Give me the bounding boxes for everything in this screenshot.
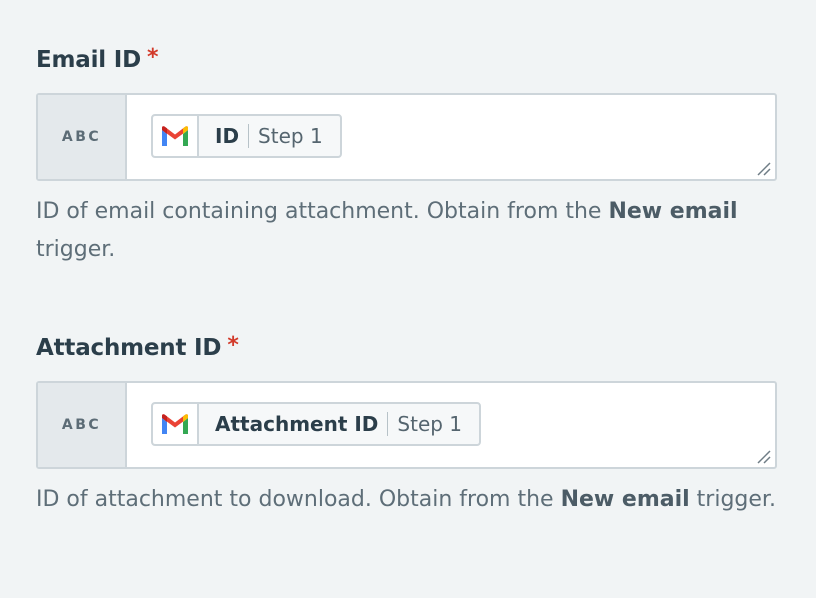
required-asterisk: * — [147, 44, 159, 70]
pill-text: ID Step 1 — [199, 116, 340, 156]
gmail-icon — [153, 404, 199, 444]
resize-handle-icon[interactable] — [755, 160, 771, 176]
mapped-field-pill[interactable]: Attachment ID Step 1 — [151, 402, 482, 446]
help-suffix: trigger. — [689, 487, 776, 512]
pill-field-name: Attachment ID — [215, 412, 379, 436]
email-id-field-group: Email ID * ABC ID Step 1 ID of email con… — [36, 40, 777, 269]
email-id-label-text: Email ID — [36, 47, 142, 73]
email-id-input[interactable]: ABC ID Step 1 — [36, 93, 777, 181]
help-suffix: trigger. — [36, 237, 116, 262]
attachment-id-input-content[interactable]: Attachment ID Step 1 — [127, 383, 775, 467]
pill-text: Attachment ID Step 1 — [199, 404, 479, 444]
attachment-id-input[interactable]: ABC Attachment ID Step 1 — [36, 381, 777, 469]
pill-step-name: Step 1 — [258, 124, 323, 148]
pill-divider — [387, 412, 389, 436]
help-strong: New email — [608, 199, 738, 224]
help-strong: New email — [560, 487, 690, 512]
type-indicator: ABC — [38, 95, 127, 179]
help-prefix: ID of email containing attachment. Obtai… — [36, 199, 609, 224]
required-asterisk: * — [227, 332, 239, 358]
resize-handle-icon[interactable] — [755, 448, 771, 464]
pill-step-name: Step 1 — [397, 412, 463, 436]
type-indicator: ABC — [38, 383, 127, 467]
help-prefix: ID of attachment to download. Obtain fro… — [36, 487, 561, 512]
pill-divider — [248, 124, 250, 148]
attachment-id-label: Attachment ID * — [36, 328, 777, 368]
email-id-label: Email ID * — [36, 40, 777, 80]
gmail-icon — [153, 116, 199, 156]
mapped-field-pill[interactable]: ID Step 1 — [151, 114, 342, 158]
attachment-id-label-text: Attachment ID — [36, 335, 222, 361]
email-id-help-text: ID of email containing attachment. Obtai… — [36, 193, 777, 269]
attachment-id-field-group: Attachment ID * ABC Attachment ID Step 1… — [36, 328, 777, 519]
email-id-input-content[interactable]: ID Step 1 — [127, 95, 775, 179]
attachment-id-help-text: ID of attachment to download. Obtain fro… — [36, 481, 777, 519]
pill-field-name: ID — [215, 124, 240, 148]
